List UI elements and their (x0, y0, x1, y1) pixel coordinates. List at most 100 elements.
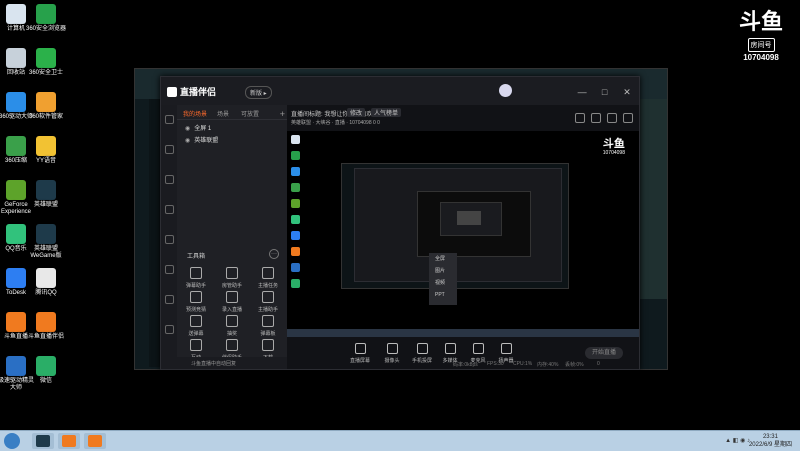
share-icon[interactable] (575, 113, 585, 123)
toolbox-more-button[interactable]: ··· (269, 249, 279, 259)
tool-button[interactable]: 送弹幕 (179, 315, 213, 337)
menu-item-image[interactable]: 图片 (429, 265, 457, 277)
scene-item[interactable]: ◉ 英雄联盟 (185, 135, 218, 144)
strip-icon[interactable] (165, 175, 174, 184)
strip-icon[interactable] (165, 235, 174, 244)
eye-icon[interactable]: ◉ (185, 126, 190, 132)
clock[interactable]: 23:31 2022/6/9 星期四 (749, 433, 792, 449)
tool-label: 抽奖 (226, 331, 237, 337)
desktop-icon[interactable]: 微信 (26, 356, 66, 385)
strip-icon[interactable] (165, 265, 174, 274)
desktop-icon[interactable]: 斗鱼直播伴侣 (26, 312, 66, 341)
desktop-icon-label: 英雄联盟 (33, 202, 58, 208)
menu-item-ppt[interactable]: PPT (429, 289, 457, 301)
tool-label: 主播任务 (257, 283, 278, 289)
tool-icon (226, 291, 238, 303)
tool-icon (190, 267, 202, 279)
desktop-icon-label: 360软件管家 (28, 114, 63, 120)
app-icon (6, 180, 26, 200)
app-logo-icon (167, 87, 177, 97)
desktop-icon[interactable]: 腾讯QQ (26, 268, 66, 297)
tool-icon (190, 291, 202, 303)
desktop-icon[interactable]: 360安全浏览器 (26, 4, 66, 33)
nested-inner-2 (440, 202, 502, 236)
strip-icon[interactable] (165, 205, 174, 214)
tab-scenes[interactable]: 场景 (217, 109, 229, 118)
menu-item-fullscreen[interactable]: 全屏 (429, 253, 457, 265)
desktop-icon[interactable]: 英雄联盟 (26, 180, 66, 209)
close-button[interactable]: ✕ (621, 86, 633, 98)
stream-subline: 英雄联盟 · 大峡谷 · 直播 · 10704098 0 0 (291, 120, 380, 126)
scene-tabs: 我的场景 场景 可放置 + (177, 105, 287, 120)
room-badge: 房间号 (747, 38, 775, 52)
tool-label: 房管助手 (221, 283, 242, 289)
left-icon-strip (161, 105, 177, 369)
nested-app (354, 168, 562, 282)
start-button[interactable] (4, 433, 20, 449)
preview-icon (291, 135, 300, 144)
edit-tag[interactable]: 修改 (347, 108, 366, 117)
desktop-icon-label: YY语音 (35, 158, 56, 164)
window-buttons: — □ ✕ (570, 82, 633, 100)
tool-button[interactable]: 抽奖 (215, 315, 249, 337)
preview-icon (291, 167, 300, 176)
taskbar-lol[interactable] (32, 433, 54, 449)
douyu-logo: 斗鱼 (738, 10, 783, 35)
tool-button[interactable]: 弹幕板 (251, 315, 285, 337)
douyu-companion-icon (88, 435, 102, 447)
tool-button[interactable]: 主播助手 (251, 291, 285, 313)
tool-label: 预测竞猜 (185, 307, 206, 313)
desktop-icon[interactable]: 360安全卫士 (26, 48, 66, 77)
preview-icon (291, 247, 300, 256)
start-live-button[interactable]: 开始直播 (585, 347, 623, 359)
gift-icon[interactable] (591, 113, 601, 123)
app-icon (36, 180, 56, 200)
tool-button[interactable]: 预测竞猜 (179, 291, 213, 313)
preview-icon (291, 215, 300, 224)
desktop-icon-label: 斗鱼直播伴侣 (27, 334, 64, 340)
stream-preview[interactable]: 全屏 图片 视频 PPT 斗鱼 10704098 (287, 131, 639, 337)
desktop-icon[interactable]: 360软件管家 (26, 92, 66, 121)
avatar[interactable] (499, 84, 512, 97)
eye-icon[interactable]: ◉ (185, 138, 190, 144)
settings-icon[interactable] (623, 113, 633, 123)
desktop-icon-label: 微信 (39, 378, 52, 384)
room-id: 10704098 (743, 53, 779, 62)
popularity-tag[interactable]: 人气榜单 (371, 108, 402, 117)
tool-button[interactable]: 弹幕助手 (179, 267, 213, 289)
bell-icon[interactable] (607, 113, 617, 123)
strip-icon[interactable] (165, 325, 174, 334)
preview-taskbar (287, 329, 639, 337)
phone-icon (416, 343, 428, 354)
desktop-icon[interactable]: 英雄联盟 WeGame版 (26, 224, 66, 260)
preview-icon (291, 183, 300, 192)
tool-icon (262, 291, 274, 303)
scene-item[interactable]: ◉ 全屏 1 (185, 123, 211, 132)
strip-icon[interactable] (165, 145, 174, 154)
source-context-menu: 全屏 图片 视频 PPT (429, 253, 457, 305)
version-badge[interactable]: 新版 ▸ (245, 86, 272, 99)
menu-item-video[interactable]: 视频 (429, 277, 457, 289)
system-tray[interactable]: ▲ ◧ ◉ ♪ (725, 437, 750, 444)
tool-button[interactable]: 录入直播 (215, 291, 249, 313)
app-titlebar: 直播伴侣 新版 ▸ — □ ✕ (161, 77, 639, 105)
taskbar-douyu[interactable] (58, 433, 80, 449)
desktop-icon[interactable]: YY语音 (26, 136, 66, 165)
tab-my-scenes[interactable]: 我的场景 (183, 109, 207, 118)
taskbar-douyu-companion[interactable] (84, 433, 106, 449)
add-scene-button[interactable]: + (280, 109, 285, 119)
preview-icon (291, 263, 300, 272)
douyu-watermark: 斗鱼 房间号 10704098 (736, 10, 786, 63)
app-icon (6, 356, 26, 376)
tab-placeable[interactable]: 可放置 (241, 109, 259, 118)
strip-icon[interactable] (165, 295, 174, 304)
strip-icon[interactable] (165, 115, 174, 124)
tool-button[interactable]: 主播任务 (251, 267, 285, 289)
tool-label: 弹幕助手 (185, 283, 206, 289)
maximize-button[interactable]: □ (599, 86, 611, 98)
scene-panel: 我的场景 场景 可放置 + ◉ 全屏 1 ◉ 英雄联盟 工具箱 ··· 弹幕助手 房管… (177, 105, 287, 369)
tool-button[interactable]: 房管助手 (215, 267, 249, 289)
minimize-button[interactable]: — (576, 86, 588, 98)
app-icon (36, 224, 56, 244)
streaming-companion-window: 直播伴侣 新版 ▸ — □ ✕ 我的场景 场景 可放置 + ◉ 全屏 1 ◉ 英雄联… (160, 76, 640, 370)
